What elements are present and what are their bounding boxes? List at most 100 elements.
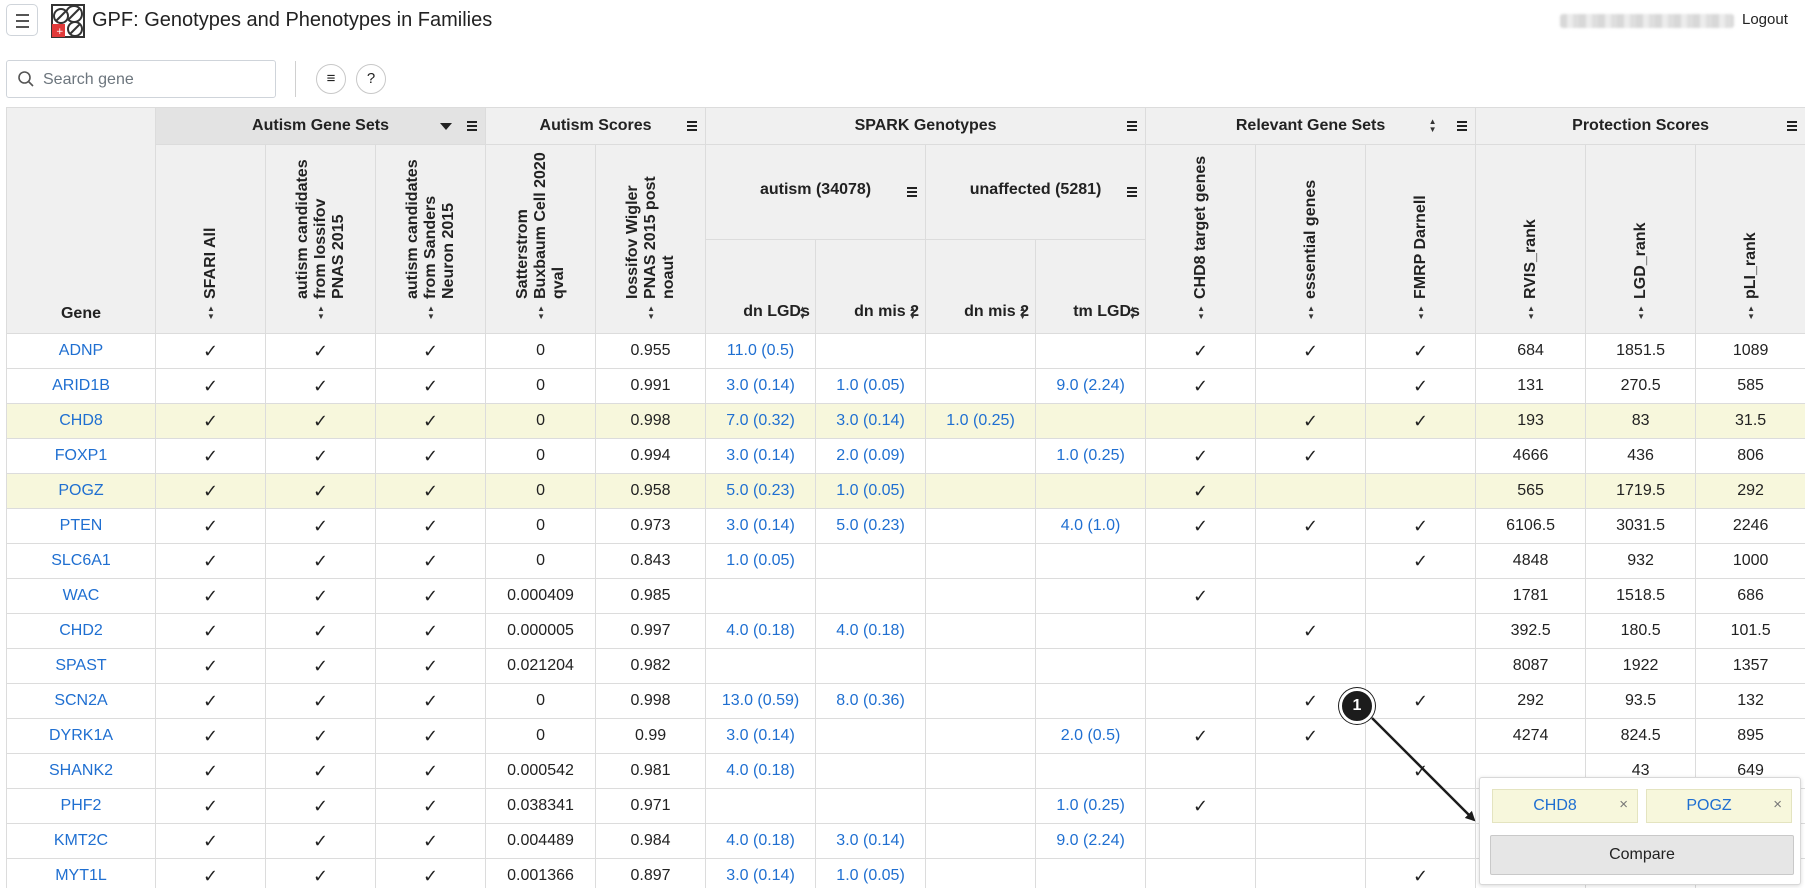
column-menu-icon[interactable] xyxy=(687,120,698,131)
column-header-satterstrom-qval[interactable]: Satterstrom Buxbaum Cell 2020 qval ▲ ▼ xyxy=(485,144,597,334)
column-header-unaffected-dn-mis2[interactable]: dn mis 2 ▲ ▼ xyxy=(925,238,1037,334)
sort-icon[interactable]: ▲ ▼ xyxy=(1197,305,1206,321)
variant-count-link[interactable]: 2.0 (0.5) xyxy=(1035,718,1147,754)
column-header-unaffected-tm-lgds[interactable]: tm LGDs ▲ ▼ xyxy=(1035,238,1147,334)
variant-count-link[interactable]: 9.0 (2.24) xyxy=(1035,368,1147,404)
sort-icon[interactable]: ▲ ▼ xyxy=(1018,305,1027,321)
table-row[interactable]: SLC6A1 ✓ ✓ ✓ 0 0.843 1.0 (0.05) ✓ 4848 932 1000 xyxy=(6,543,1805,579)
column-menu-icon[interactable] xyxy=(1457,120,1468,131)
column-menu-icon[interactable] xyxy=(1127,186,1138,197)
hamburger-menu-button[interactable] xyxy=(6,4,38,36)
variant-count-link[interactable]: 3.0 (0.14) xyxy=(705,508,817,544)
sort-icon[interactable]: ▲ ▼ xyxy=(1128,305,1137,321)
sort-icon[interactable]: ▲ ▼ xyxy=(207,305,216,321)
close-icon[interactable]: × xyxy=(1619,790,1628,820)
sort-icon[interactable]: ▲ ▼ xyxy=(1307,305,1316,321)
variant-count-link[interactable]: 3.0 (0.14) xyxy=(815,403,927,439)
variant-count-link[interactable]: 1.0 (0.25) xyxy=(1035,788,1147,824)
variant-count-link[interactable]: 1.0 (0.25) xyxy=(1035,438,1147,474)
variant-count-link[interactable]: 5.0 (0.23) xyxy=(815,508,927,544)
selected-gene-chip[interactable]: CHD8 × xyxy=(1492,789,1638,823)
caret-down-icon[interactable] xyxy=(440,123,453,130)
variant-count-link[interactable]: 13.0 (0.59) xyxy=(705,683,817,719)
gene-link[interactable]: MYT1L xyxy=(6,858,156,888)
table-row[interactable]: SCN2A ✓ ✓ ✓ 0 0.998 13.0 (0.59) 8.0 (0.36) ✓ ✓ 292… xyxy=(6,683,1805,719)
variant-count-link[interactable]: 11.0 (0.5) xyxy=(705,333,817,369)
sort-icon[interactable]: ▲ ▼ xyxy=(317,305,326,321)
gene-link[interactable]: POGZ xyxy=(6,473,156,509)
compare-button[interactable]: Compare xyxy=(1490,835,1794,875)
column-header-iossifov-wigler-noaut[interactable]: Iossifov Wigler PNAS 2015 post noaut ▲ ▼ xyxy=(595,144,707,334)
variant-count-link[interactable]: 9.0 (2.24) xyxy=(1035,823,1147,859)
variant-count-link[interactable]: 1.0 (0.05) xyxy=(815,368,927,404)
table-row[interactable]: ADNP ✓ ✓ ✓ 0 0.955 11.0 (0.5) ✓ ✓ ✓ 684 1851.5 1089 xyxy=(6,333,1805,369)
variant-count-link[interactable]: 1.0 (0.05) xyxy=(815,473,927,509)
table-row[interactable]: SPAST ✓ ✓ ✓ 0.021204 0.982 8087 1922 1357 xyxy=(6,648,1805,684)
column-header-autism-dn-mis2[interactable]: dn mis 2 ▲ ▼ xyxy=(815,238,927,334)
column-header-autism-dn-lgds[interactable]: dn LGDs ▲ ▼ xyxy=(705,238,817,334)
variant-count-link[interactable]: 3.0 (0.14) xyxy=(705,718,817,754)
variant-count-link[interactable]: 3.0 (0.14) xyxy=(705,858,817,888)
sort-icon[interactable]: ▲ ▼ xyxy=(537,305,546,321)
gene-link[interactable]: SCN2A xyxy=(6,683,156,719)
column-menu-icon[interactable] xyxy=(907,186,918,197)
group-autism-gene-sets[interactable]: Autism Gene Sets xyxy=(154,107,487,145)
gene-link[interactable]: WAC xyxy=(6,578,156,614)
variant-count-link[interactable]: 3.0 (0.14) xyxy=(705,368,817,404)
variant-count-link[interactable]: 5.0 (0.23) xyxy=(705,473,817,509)
close-icon[interactable]: × xyxy=(1773,790,1782,820)
column-header-essential-genes[interactable]: essential genes ▲ ▼ xyxy=(1255,144,1367,334)
gene-link[interactable]: FOXP1 xyxy=(6,438,156,474)
column-menu-icon[interactable] xyxy=(467,120,478,131)
table-row[interactable]: WAC ✓ ✓ ✓ 0.000409 0.985 ✓ 1781 1518.5 686 xyxy=(6,578,1805,614)
variant-count-link[interactable]: 3.0 (0.14) xyxy=(815,823,927,859)
column-header-sfari-all[interactable]: SFARI All ▲ ▼ xyxy=(155,144,266,334)
variant-count-link[interactable]: 4.0 (0.18) xyxy=(705,753,817,789)
column-header-sanders-neuron-2015[interactable]: autism candidates from Sanders Neuron 2015… xyxy=(374,144,487,334)
sort-icon[interactable]: ▲ ▼ xyxy=(1747,305,1756,321)
search-input[interactable] xyxy=(41,62,275,98)
sort-icon[interactable]: ▲ ▼ xyxy=(647,305,656,321)
table-row[interactable]: CHD8 ✓ ✓ ✓ 0 0.998 7.0 (0.32) 3.0 (0.14) 1.0 (0.… xyxy=(6,403,1805,439)
sort-icon[interactable]: ▲ ▼ xyxy=(798,305,807,321)
column-header-fmrp-darnell[interactable]: FMRP Darnell ▲ ▼ xyxy=(1365,144,1477,334)
table-row[interactable]: POGZ ✓ ✓ ✓ 0 0.958 5.0 (0.23) 1.0 (0.05) ✓ 565 171… xyxy=(6,473,1805,509)
gene-link[interactable]: SHANK2 xyxy=(6,753,156,789)
column-header-lgd-rank[interactable]: LGD_rank ▲ ▼ xyxy=(1585,144,1697,334)
gene-link[interactable]: ARID1B xyxy=(6,368,156,404)
gene-link[interactable]: CHD2 xyxy=(6,613,156,649)
table-row[interactable]: ARID1B ✓ ✓ ✓ 0 0.991 3.0 (0.14) 1.0 (0.05) 9.0 (… xyxy=(6,368,1805,404)
table-row[interactable]: DYRK1A ✓ ✓ ✓ 0 0.99 3.0 (0.14) 2.0 (0.5) ✓ ✓ 4274 8… xyxy=(6,718,1805,754)
search-box[interactable] xyxy=(6,60,276,98)
variant-count-link[interactable]: 1.0 (0.25) xyxy=(925,403,1037,439)
gene-link[interactable]: PTEN xyxy=(6,508,156,544)
legend-menu-button[interactable]: ≡ xyxy=(316,64,346,94)
gene-link[interactable]: SLC6A1 xyxy=(6,543,156,579)
column-header-chd8-target-genes[interactable]: CHD8 target genes ▲ ▼ xyxy=(1145,144,1257,334)
variant-count-link[interactable]: 4.0 (0.18) xyxy=(815,613,927,649)
variant-count-link[interactable]: 1.0 (0.05) xyxy=(815,858,927,888)
sort-icon[interactable]: ▲ ▼ xyxy=(1527,305,1536,321)
table-row[interactable]: PTEN ✓ ✓ ✓ 0 0.973 3.0 (0.14) 5.0 (0.23) 4.0 (1.… xyxy=(6,508,1805,544)
selected-gene-chip[interactable]: POGZ × xyxy=(1646,789,1792,823)
gene-link[interactable]: CHD8 xyxy=(6,403,156,439)
column-header-pli-rank[interactable]: pLI_rank ▲ ▼ xyxy=(1695,144,1805,334)
gene-link[interactable]: SPAST xyxy=(6,648,156,684)
variant-count-link[interactable]: 4.0 (0.18) xyxy=(705,823,817,859)
column-header-iossifov-pnas-2015[interactable]: autism candidates from Iossifov PNAS 2015 … xyxy=(265,144,376,334)
variant-count-link[interactable]: 1.0 (0.05) xyxy=(705,543,817,579)
table-row[interactable]: CHD2 ✓ ✓ ✓ 0.000005 0.997 4.0 (0.18) 4.0 (0.18)… xyxy=(6,613,1805,649)
sort-icon[interactable]: ▲ ▼ xyxy=(1637,305,1646,321)
variant-count-link[interactable]: 7.0 (0.32) xyxy=(705,403,817,439)
gene-link[interactable]: DYRK1A xyxy=(6,718,156,754)
gene-link[interactable]: KMT2C xyxy=(6,823,156,859)
gene-link[interactable]: PHF2 xyxy=(6,788,156,824)
help-button[interactable]: ? xyxy=(356,64,386,94)
column-header-rvis-rank[interactable]: RVIS_rank ▲ ▼ xyxy=(1475,144,1587,334)
logout-link[interactable]: Logout xyxy=(1742,11,1788,28)
sort-icon[interactable]: ▲ ▼ xyxy=(427,305,436,321)
sort-icon[interactable]: ▲ ▼ xyxy=(1417,305,1426,321)
variant-count-link[interactable]: 8.0 (0.36) xyxy=(815,683,927,719)
column-menu-icon[interactable] xyxy=(1127,120,1138,131)
sort-icon[interactable]: ▲ ▼ xyxy=(908,305,917,321)
